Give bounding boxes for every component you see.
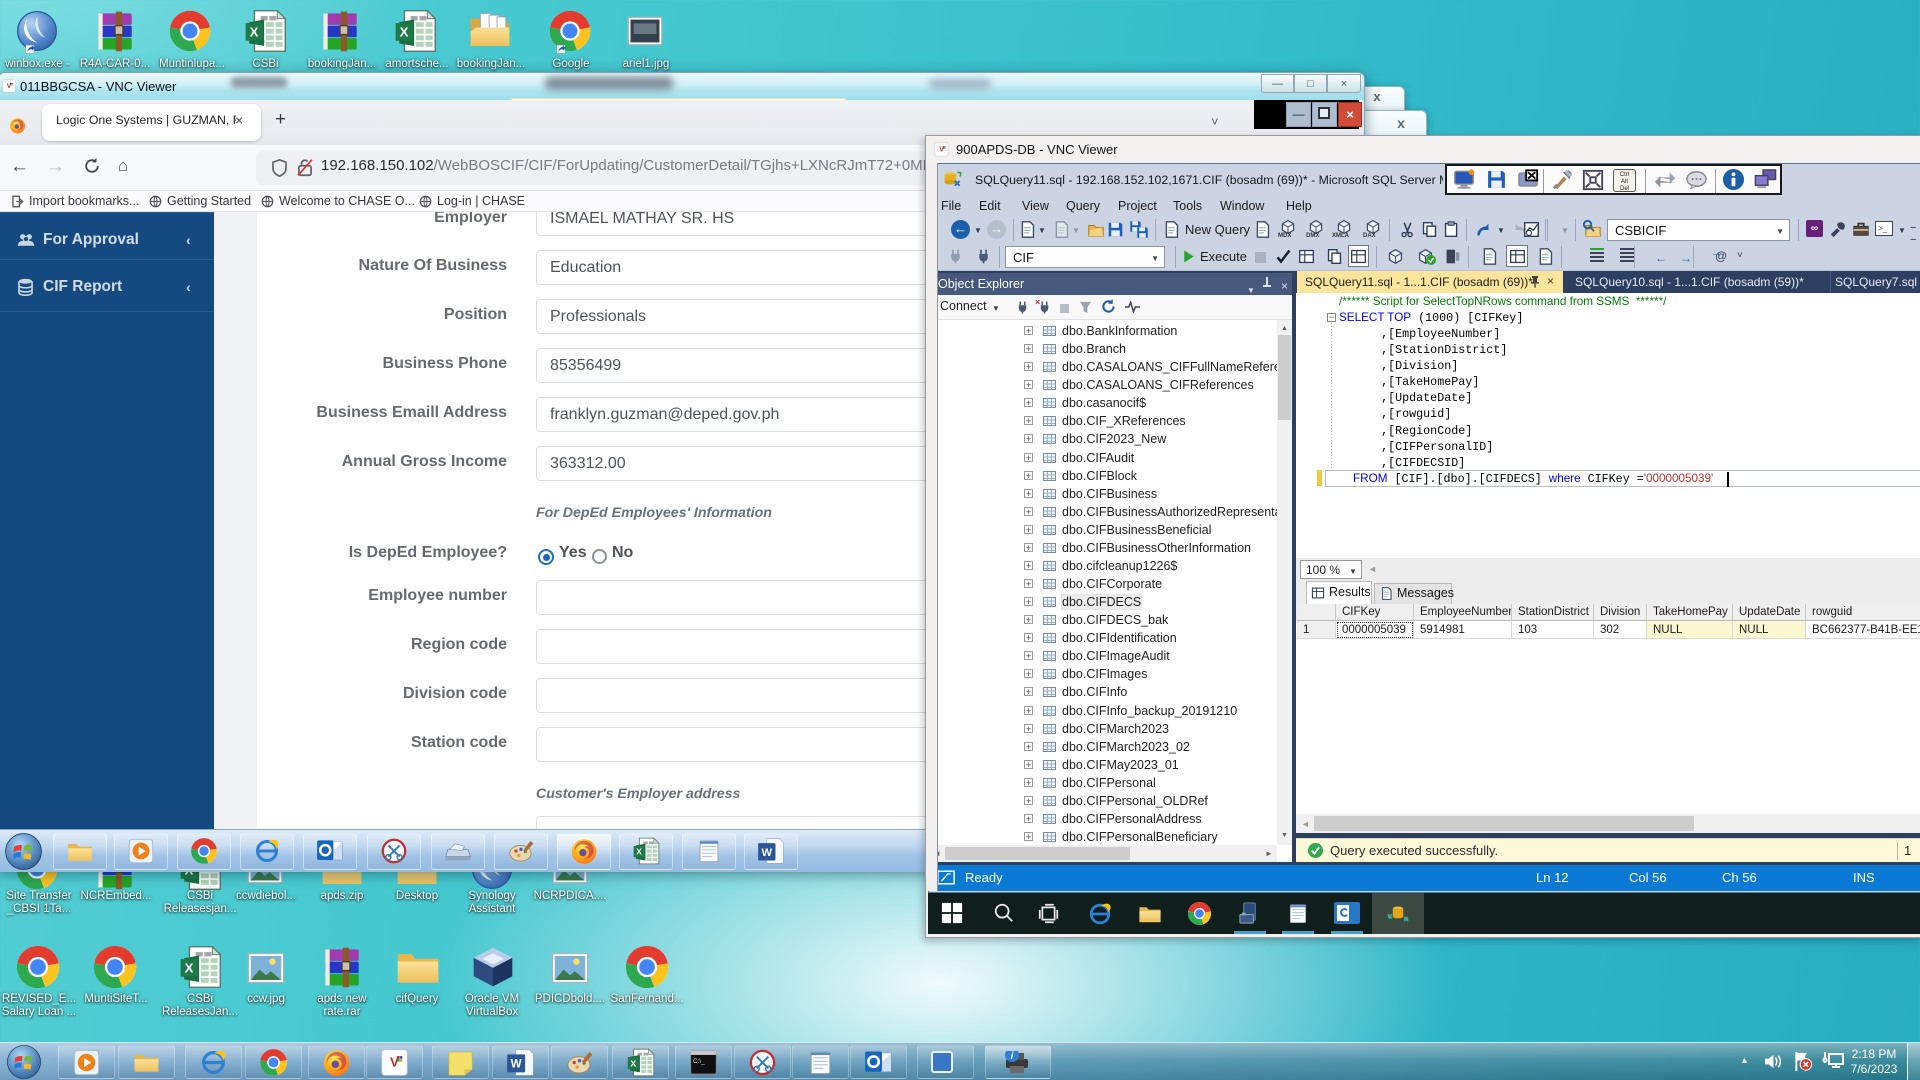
svg-text:i: i [1011,1051,1014,1062]
